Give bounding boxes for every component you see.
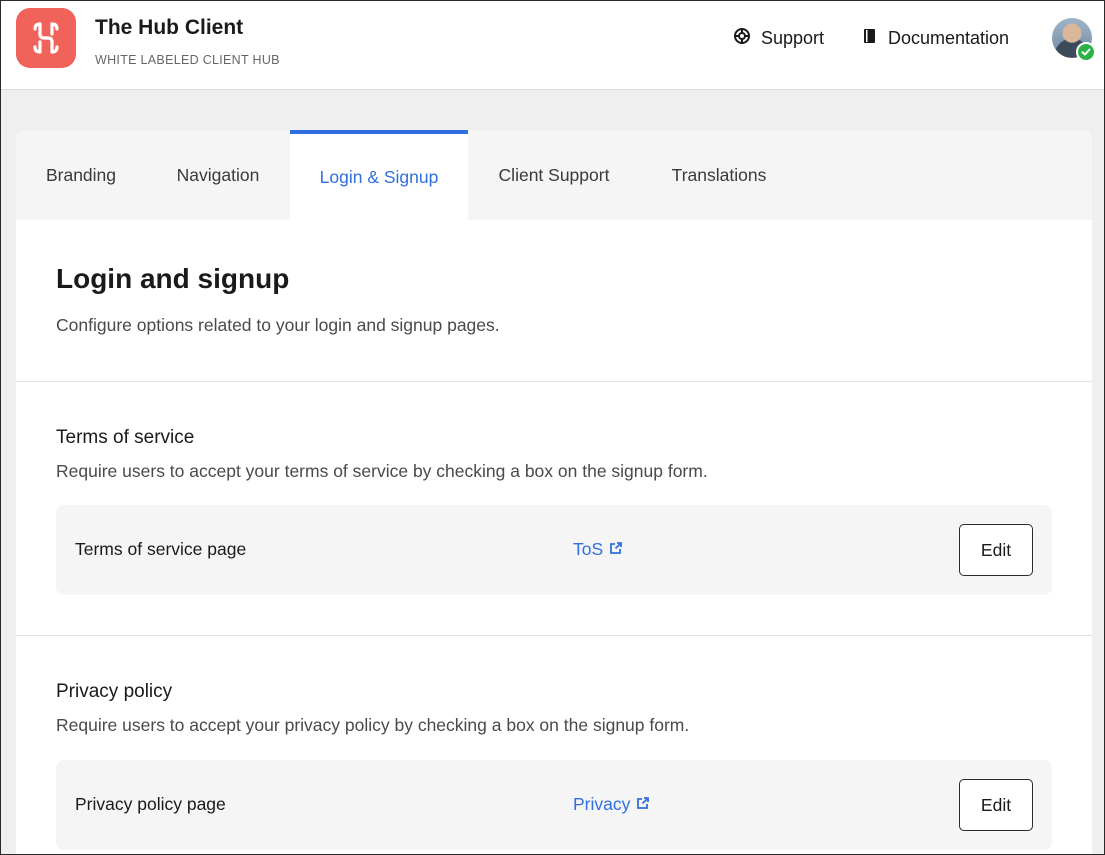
privacy-link[interactable]: Privacy [573, 794, 650, 815]
terms-section-description: Require users to accept your terms of se… [56, 461, 708, 481]
external-link-icon [609, 539, 623, 560]
lifebuoy-icon [733, 27, 751, 50]
privacy-section-title: Privacy policy [56, 681, 173, 702]
section-divider [16, 381, 1092, 382]
tab-navigation[interactable]: Navigation [146, 130, 290, 220]
edit-terms-button[interactable]: Edit [959, 524, 1033, 576]
page-description: Configure options related to your login … [56, 315, 500, 335]
page-title: Login and signup [56, 263, 290, 294]
privacy-section-description: Require users to accept your privacy pol… [56, 715, 690, 735]
tab-bar: Branding Navigation Login & Signup Clien… [16, 130, 1092, 220]
support-link[interactable]: Support [733, 26, 824, 50]
documentation-label: Documentation [888, 27, 1010, 48]
top-bar: The Hub Client WHITE LABELED CLIENT HUB … [0, 0, 1105, 90]
terms-row-label: Terms of service page [75, 539, 247, 559]
section-divider [16, 635, 1092, 636]
documentation-link[interactable]: Documentation [862, 26, 1009, 50]
settings-card: Branding Navigation Login & Signup Clien… [16, 130, 1092, 855]
app-title: The Hub Client [95, 16, 244, 39]
terms-section-title: Terms of service [56, 427, 195, 448]
tab-translations[interactable]: Translations [640, 130, 798, 220]
external-link-icon [636, 794, 650, 815]
privacy-link-text: Privacy [573, 794, 631, 814]
support-label: Support [761, 27, 825, 48]
edit-privacy-button[interactable]: Edit [959, 779, 1033, 831]
tab-client-support[interactable]: Client Support [468, 130, 640, 220]
tab-login-signup[interactable]: Login & Signup [290, 130, 468, 220]
online-status-icon [1076, 42, 1096, 62]
book-icon [862, 27, 878, 50]
terms-row: Terms of service page ToS Edit [56, 505, 1052, 595]
hub-logo-icon[interactable] [16, 8, 76, 68]
tos-link-text: ToS [573, 539, 604, 559]
privacy-row: Privacy policy page Privacy Edit [56, 760, 1052, 850]
tab-branding[interactable]: Branding [16, 130, 146, 220]
tos-link[interactable]: ToS [573, 539, 623, 560]
app-subtitle: WHITE LABELED CLIENT HUB [95, 53, 280, 67]
privacy-row-label: Privacy policy page [75, 794, 226, 814]
